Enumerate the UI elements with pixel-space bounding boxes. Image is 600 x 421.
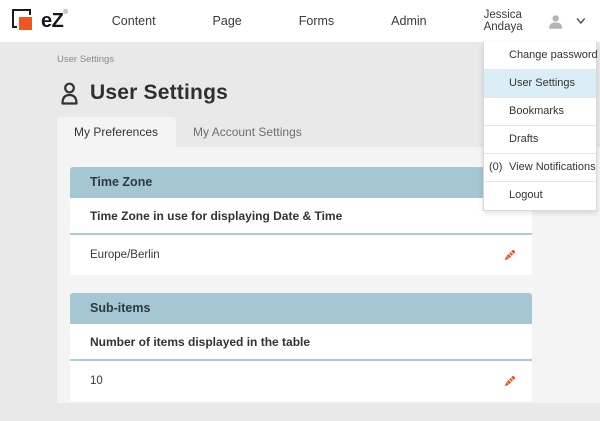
user-name: Jessica Andaya [484, 9, 539, 33]
section-sub-items: Sub-items Number of items displayed in t… [70, 293, 532, 401]
dropdown-item-drafts[interactable]: Drafts [484, 126, 596, 154]
menu-item-admin[interactable]: Admin [391, 14, 426, 28]
logo-text: eZ [41, 8, 63, 34]
dropdown-item-logout[interactable]: Logout [484, 182, 596, 210]
tab-my-account-settings[interactable]: My Account Settings [176, 117, 320, 147]
pencil-edit-icon [501, 247, 518, 264]
edit-sub-items-button[interactable] [500, 372, 518, 390]
chevron-down-icon [576, 16, 586, 26]
section-time-zone: Time Zone Time Zone in use for displayin… [70, 167, 532, 275]
ez-logo[interactable]: eZ ® [12, 8, 68, 35]
dropdown-item-user-settings[interactable]: User Settings [484, 70, 596, 98]
user-dropdown-menu: Change password User Settings Bookmarks … [483, 42, 597, 211]
section-header: Sub-items [70, 293, 532, 324]
top-navbar: eZ ® Content Page Forms Admin Jessica An… [0, 0, 600, 42]
person-outline-icon [60, 82, 79, 105]
section-header: Time Zone [70, 167, 532, 198]
pencil-edit-icon [501, 373, 518, 390]
setting-value-row: 10 [70, 361, 532, 401]
menu-item-forms[interactable]: Forms [299, 14, 334, 28]
tab-my-preferences[interactable]: My Preferences [57, 117, 176, 147]
menu-item-page[interactable]: Page [213, 14, 242, 28]
dropdown-item-change-password[interactable]: Change password [484, 42, 596, 70]
dropdown-item-view-notifications[interactable]: (0) View Notifications [484, 154, 596, 182]
setting-label: Number of items displayed in the table [70, 324, 532, 361]
setting-value-row: Europe/Berlin [70, 235, 532, 275]
setting-label: Time Zone in use for displaying Date & T… [70, 198, 532, 235]
dropdown-item-label: View Notifications [509, 161, 596, 173]
dropdown-item-bookmarks[interactable]: Bookmarks [484, 98, 596, 126]
user-avatar-icon [548, 11, 563, 32]
setting-value: 10 [90, 375, 103, 387]
setting-value: Europe/Berlin [90, 249, 160, 261]
logo-orange-square [19, 17, 32, 30]
ez-logo-icon [12, 9, 38, 35]
notifications-count-badge: (0) [489, 154, 502, 181]
main-menu: Content Page Forms Admin [112, 14, 484, 28]
user-menu-trigger[interactable]: Jessica Andaya [484, 9, 586, 33]
edit-time-zone-button[interactable] [500, 246, 518, 264]
logo-registered-mark: ® [63, 10, 67, 16]
page-title: User Settings [90, 81, 228, 105]
menu-item-content[interactable]: Content [112, 14, 156, 28]
